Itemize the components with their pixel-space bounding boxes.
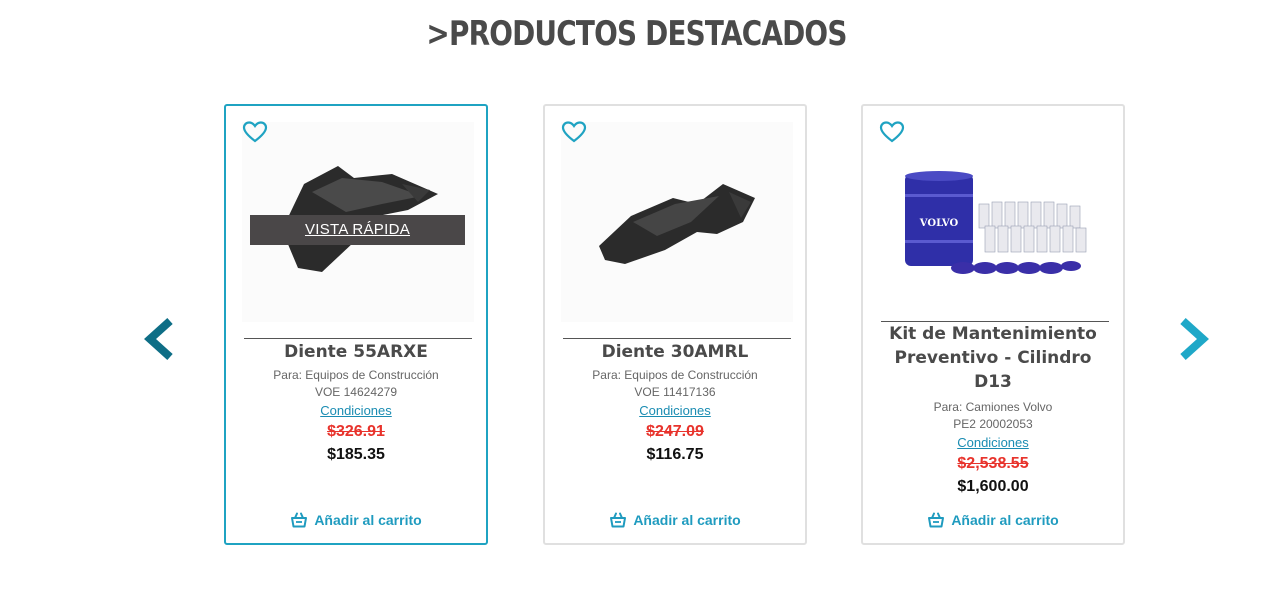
conditions-link[interactable]: Condiciones <box>226 403 486 418</box>
basket-icon <box>928 512 945 528</box>
quick-view-button[interactable]: VISTA RÁPIDA <box>250 215 465 245</box>
add-to-cart-button[interactable]: Añadir al carrito <box>226 512 486 528</box>
old-price: $247.09 <box>646 423 704 440</box>
product-sku: VOE 11417136 <box>634 385 716 399</box>
product-name[interactable]: Diente 55ARXE <box>236 340 476 364</box>
add-to-cart-label: Añadir al carrito <box>951 512 1059 528</box>
add-to-cart-button[interactable]: Añadir al carrito <box>863 512 1123 528</box>
product-card[interactable]: Diente 30AMRL Para: Equipos de Construcc… <box>543 104 807 545</box>
drum-label: VOLVO <box>919 218 959 229</box>
product-name[interactable]: Kit de Mantenimiento Preventivo - Cilind… <box>873 322 1113 394</box>
basket-icon <box>610 512 627 528</box>
basket-icon <box>291 512 308 528</box>
carousel-next-button[interactable] <box>1173 315 1213 363</box>
chevron-right-icon <box>1180 318 1209 360</box>
product-card[interactable]: VISTA RÁPIDA Diente 55ARXE Para: Equipos… <box>224 104 488 545</box>
product-name[interactable]: Diente 30AMRL <box>555 340 795 364</box>
product-for: Para: Camiones Volvo <box>933 400 1053 414</box>
add-to-cart-label: Añadir al carrito <box>314 512 422 528</box>
chevron-left-icon <box>144 318 173 360</box>
divider <box>563 338 791 339</box>
old-price: $326.91 <box>327 423 385 440</box>
divider <box>244 338 472 339</box>
product-image[interactable]: VOLVO <box>879 122 1111 322</box>
add-to-cart-button[interactable]: Añadir al carrito <box>545 512 805 528</box>
conditions-link[interactable]: Condiciones <box>863 435 1123 450</box>
carousel-prev-button[interactable] <box>140 315 180 363</box>
old-price: $2,538.55 <box>957 455 1029 472</box>
add-to-cart-label: Añadir al carrito <box>633 512 741 528</box>
conditions-link[interactable]: Condiciones <box>545 403 805 418</box>
product-card[interactable]: VOLVO Kit de Mantenimiento Preventivo - … <box>861 104 1125 545</box>
product-sku: PE2 20002053 <box>953 417 1033 431</box>
heart-icon[interactable] <box>879 120 905 144</box>
product-sku: VOE 14624279 <box>314 385 398 399</box>
price: $185.35 <box>327 446 385 463</box>
section-title: >PRODUCTOS DESTACADOS <box>426 14 847 54</box>
heart-icon[interactable] <box>561 120 587 144</box>
product-for: Para: Equipos de Construcción <box>592 368 758 382</box>
price: $1,600.00 <box>957 478 1029 495</box>
heart-icon[interactable] <box>242 120 268 144</box>
price: $116.75 <box>646 446 704 463</box>
product-image[interactable] <box>561 122 793 322</box>
product-for: Para: Equipos de Construcción <box>273 368 439 382</box>
